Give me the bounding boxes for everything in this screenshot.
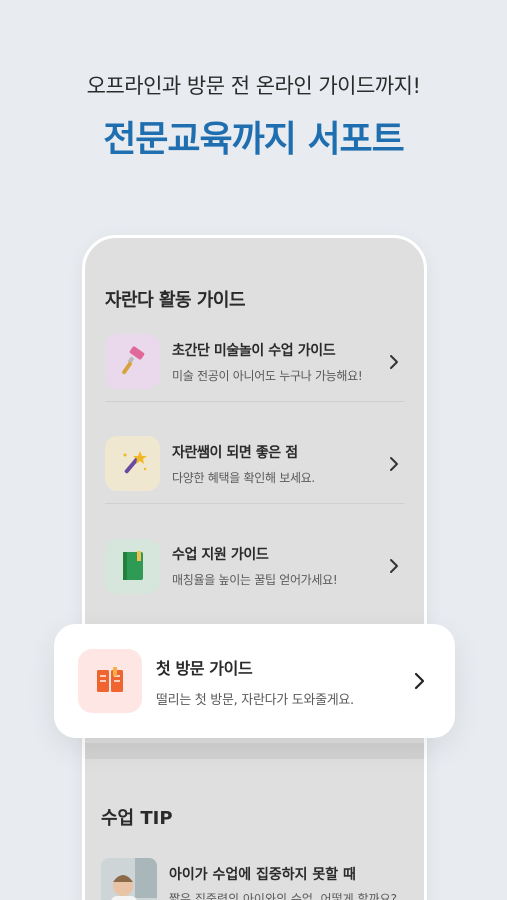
- guide-item-benefits[interactable]: 자란쌤이 되면 좋은 점 다양한 혜택을 확인해 보세요.: [105, 424, 404, 504]
- notebook-icon: [105, 538, 160, 594]
- first-visit-guide-card[interactable]: 첫 방문 가이드 떨리는 첫 방문, 자란다가 도와줄게요.: [54, 624, 455, 738]
- chevron-right-icon: [384, 352, 404, 372]
- tip-item-subtitle: 짧은 집중력의 아이와의 수업, 어떻게 할까요?: [169, 892, 397, 900]
- card-subtitle: 떨리는 첫 방문, 자란다가 도와줄게요.: [156, 692, 354, 708]
- guide-item-title: 수업 지원 가이드: [172, 547, 269, 563]
- tip-section-title: 수업 TIP: [101, 808, 173, 829]
- chevron-right-icon: [409, 671, 429, 691]
- guide-item-class-support[interactable]: 수업 지원 가이드 매칭율을 높이는 꿀팁 얻어가세요!: [105, 526, 404, 606]
- guide-section-title: 자란다 활동 가이드: [105, 290, 246, 311]
- guide-item-title: 초간단 미술놀이 수업 가이드: [172, 342, 336, 359]
- card-title: 첫 방문 가이드: [156, 658, 253, 678]
- section-divider: [85, 743, 424, 759]
- headline-title: 전문교육까지 서포트: [103, 119, 405, 160]
- guide-item-title: 자란쌤이 되면 좋은 점: [172, 444, 298, 461]
- headline-subtitle: 오프라인과 방문 전 온라인 가이드까지!: [86, 74, 421, 98]
- chevron-right-icon: [384, 556, 404, 576]
- guide-item-subtitle: 매칭율을 높이는 꿀팁 얻어가세요!: [172, 573, 338, 587]
- brush-icon: [105, 334, 160, 389]
- tip-thumbnail: [101, 858, 157, 900]
- guide-item-art-class[interactable]: 초간단 미술놀이 수업 가이드 미술 전공이 아니어도 누구나 가능해요!: [105, 322, 404, 402]
- tip-item-title: 아이가 수업에 집중하지 못할 때: [169, 867, 356, 883]
- guide-item-subtitle: 미술 전공이 아니어도 누구나 가능해요!: [172, 368, 363, 383]
- tip-item[interactable]: 아이가 수업에 집중하지 못할 때 짧은 집중력의 아이와의 수업, 어떻게 할…: [101, 858, 408, 900]
- book-icon: [78, 649, 142, 713]
- phone-mockup: 자란다 활동 가이드 초간단 미술놀이 수업 가이드 미술 전공이 아니어도 누…: [82, 235, 427, 900]
- magic-wand-icon: [105, 436, 160, 491]
- guide-item-subtitle: 다양한 혜택을 확인해 보세요.: [172, 470, 315, 485]
- chevron-right-icon: [384, 454, 404, 474]
